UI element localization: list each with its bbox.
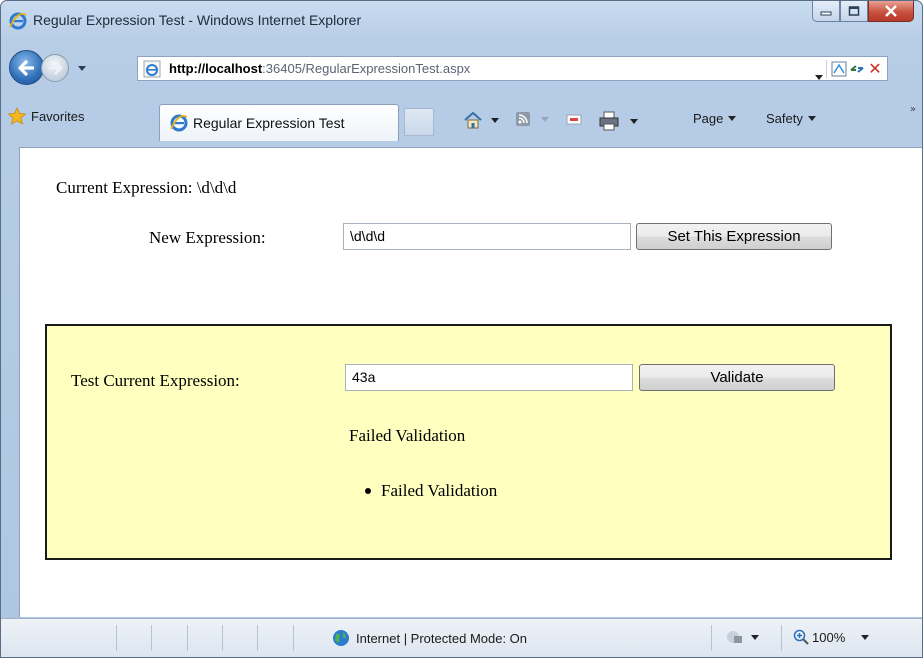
maximize-icon xyxy=(848,6,860,16)
dropdown-icon xyxy=(807,116,816,121)
home-icon xyxy=(464,111,482,129)
toolbar-overflow-button[interactable]: » xyxy=(910,104,916,115)
dropdown-icon xyxy=(630,118,638,124)
tab-label: Regular Expression Test xyxy=(193,115,345,131)
status-divider xyxy=(711,625,712,651)
test-expression-label: Test Current Expression: xyxy=(71,371,240,390)
dropdown-icon xyxy=(751,634,759,640)
security-zone[interactable]: Internet | Protected Mode: On xyxy=(332,629,527,647)
close-button[interactable] xyxy=(868,1,914,22)
status-divider xyxy=(151,625,152,651)
rss-feed-icon xyxy=(516,112,530,126)
compatibility-view-icon[interactable] xyxy=(830,60,848,78)
status-divider xyxy=(222,625,223,651)
tab-row: Favorites Regular Expression Test Page S… xyxy=(1,99,922,141)
caption-buttons xyxy=(812,1,914,23)
protected-mode-icon xyxy=(727,631,742,643)
feeds-button[interactable] xyxy=(515,111,549,127)
validation-summary: Failed Validation xyxy=(365,481,497,501)
dropdown-icon xyxy=(491,117,499,123)
minimize-icon xyxy=(820,11,832,16)
print-button[interactable] xyxy=(598,111,638,131)
status-bar: Internet | Protected Mode: On 100% xyxy=(1,618,922,657)
dropdown-icon xyxy=(861,634,870,640)
validation-summary-item: Failed Validation xyxy=(365,481,497,501)
stop-icon[interactable]: ✕ xyxy=(867,60,883,78)
page-menu-label: Page xyxy=(693,111,724,126)
ie-logo-icon xyxy=(9,12,27,30)
read-mail-icon xyxy=(566,114,582,125)
ie-logo-icon xyxy=(170,114,188,132)
forward-button[interactable] xyxy=(41,54,69,82)
address-separator xyxy=(826,60,827,78)
close-icon xyxy=(885,5,897,17)
page-content: Current Expression: \d\d\d New Expressio… xyxy=(19,147,922,617)
dropdown-icon xyxy=(728,116,737,121)
test-panel: Test Current Expression: 43a Validate Fa… xyxy=(45,324,892,560)
browser-window: Regular Expression Test - Windows Intern… xyxy=(0,0,923,658)
back-button[interactable] xyxy=(9,50,44,85)
page-menu[interactable]: Page xyxy=(693,111,737,126)
new-tab-button[interactable] xyxy=(404,108,434,136)
address-url[interactable]: http://localhost:36405/RegularExpression… xyxy=(169,61,470,76)
address-bar[interactable]: http://localhost:36405/RegularExpression… xyxy=(137,56,888,81)
status-divider xyxy=(293,625,294,651)
title-bar: Regular Expression Test - Windows Intern… xyxy=(1,1,922,47)
zoom-icon xyxy=(793,629,809,645)
status-divider xyxy=(116,625,117,651)
page-favicon-icon xyxy=(143,60,161,77)
maximize-button[interactable] xyxy=(840,1,868,22)
read-mail-button[interactable] xyxy=(565,111,583,127)
dropdown-icon xyxy=(815,75,823,80)
dropdown-icon xyxy=(541,116,549,122)
protected-mode-button[interactable] xyxy=(725,629,759,645)
status-divider xyxy=(781,625,782,651)
current-expression-label: Current Expression: \d\d\d xyxy=(56,178,237,197)
print-icon xyxy=(599,111,619,131)
tab-regular-expression-test[interactable]: Regular Expression Test xyxy=(159,104,399,141)
security-zone-label: Internet | Protected Mode: On xyxy=(356,630,528,646)
dropdown-icon[interactable] xyxy=(77,63,87,73)
favorites-label: Favorites xyxy=(31,108,85,124)
back-arrow-icon xyxy=(17,59,34,76)
window-title: Regular Expression Test - Windows Intern… xyxy=(33,12,362,28)
safety-menu[interactable]: Safety xyxy=(766,111,816,126)
new-expression-input[interactable]: \d\d\d xyxy=(343,223,631,250)
globe-icon xyxy=(333,630,349,646)
status-divider xyxy=(187,625,188,651)
new-expression-label: New Expression: xyxy=(149,228,266,247)
set-expression-button[interactable]: Set This Expression xyxy=(636,223,832,250)
validation-summary-text: Failed Validation xyxy=(381,481,498,500)
minimize-button[interactable] xyxy=(812,1,840,22)
bullet-icon xyxy=(365,488,371,494)
star-icon xyxy=(7,107,27,125)
validate-button[interactable]: Validate xyxy=(639,364,835,391)
refresh-icon[interactable] xyxy=(849,61,865,77)
favorites-button[interactable]: Favorites xyxy=(7,107,84,125)
status-divider xyxy=(257,625,258,651)
forward-arrow-icon xyxy=(49,61,63,75)
home-button[interactable] xyxy=(463,111,499,129)
validation-message: Failed Validation xyxy=(349,426,466,445)
zoom-level: 100% xyxy=(812,629,846,645)
safety-menu-label: Safety xyxy=(766,111,803,126)
test-expression-input[interactable]: 43a xyxy=(345,364,633,391)
address-row: http://localhost:36405/RegularExpression… xyxy=(1,45,922,91)
zoom-button[interactable]: 100% xyxy=(793,629,870,645)
address-dropdown[interactable] xyxy=(815,65,823,84)
